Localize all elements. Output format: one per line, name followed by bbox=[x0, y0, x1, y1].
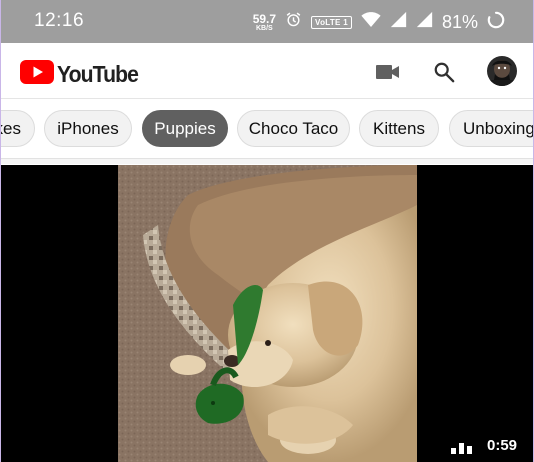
chip-choco-taco[interactable]: Choco Taco bbox=[237, 110, 350, 147]
chip-iphones[interactable]: iPhones bbox=[44, 110, 132, 147]
chip-cakes[interactable]: kes bbox=[1, 110, 35, 147]
alarm-icon bbox=[285, 11, 302, 33]
youtube-logo[interactable]: YouTube bbox=[20, 60, 145, 89]
status-bar: 12:16 59.7 KB/S VoLTE 1 81% bbox=[1, 0, 533, 43]
chip-kittens[interactable]: Kittens bbox=[359, 110, 439, 147]
play-logo-icon bbox=[20, 60, 54, 89]
signal-strength-badge-icon bbox=[451, 440, 473, 454]
video-thumbnail bbox=[118, 165, 417, 462]
chips-divider bbox=[1, 158, 533, 164]
network-speed: 59.7 KB/S bbox=[253, 13, 276, 32]
wifi-icon bbox=[361, 11, 381, 33]
video-duration: 0:59 bbox=[487, 437, 518, 454]
status-time: 12:16 bbox=[34, 10, 85, 31]
video-player[interactable] bbox=[1, 165, 533, 462]
network-speed-value: 59.7 bbox=[252, 11, 277, 26]
search-icon[interactable] bbox=[431, 59, 457, 85]
brand-name: YouTube bbox=[57, 61, 139, 87]
volte-badge: VoLTE 1 bbox=[311, 15, 352, 29]
network-speed-unit: KB/S bbox=[256, 24, 273, 32]
top-app-bar: YouTube bbox=[1, 43, 533, 99]
chip-puppies[interactable]: Puppies bbox=[142, 110, 228, 147]
status-icons: 59.7 KB/S VoLTE 1 81% bbox=[253, 9, 505, 35]
battery-percent: 81% bbox=[441, 11, 478, 32]
phone-screen: 12:16 59.7 KB/S VoLTE 1 81% YouTube es i… bbox=[0, 0, 534, 462]
topic-chips-bar: kes iPhones Puppies Choco Taco Kittens U… bbox=[1, 100, 533, 158]
signal-icon-2 bbox=[416, 11, 433, 33]
avatar[interactable] bbox=[487, 56, 517, 86]
signal-icon bbox=[390, 11, 407, 33]
battery-loading-icon bbox=[487, 11, 505, 34]
chip-unboxing[interactable]: Unboxing bbox=[449, 110, 533, 147]
camera-icon[interactable] bbox=[375, 59, 401, 85]
